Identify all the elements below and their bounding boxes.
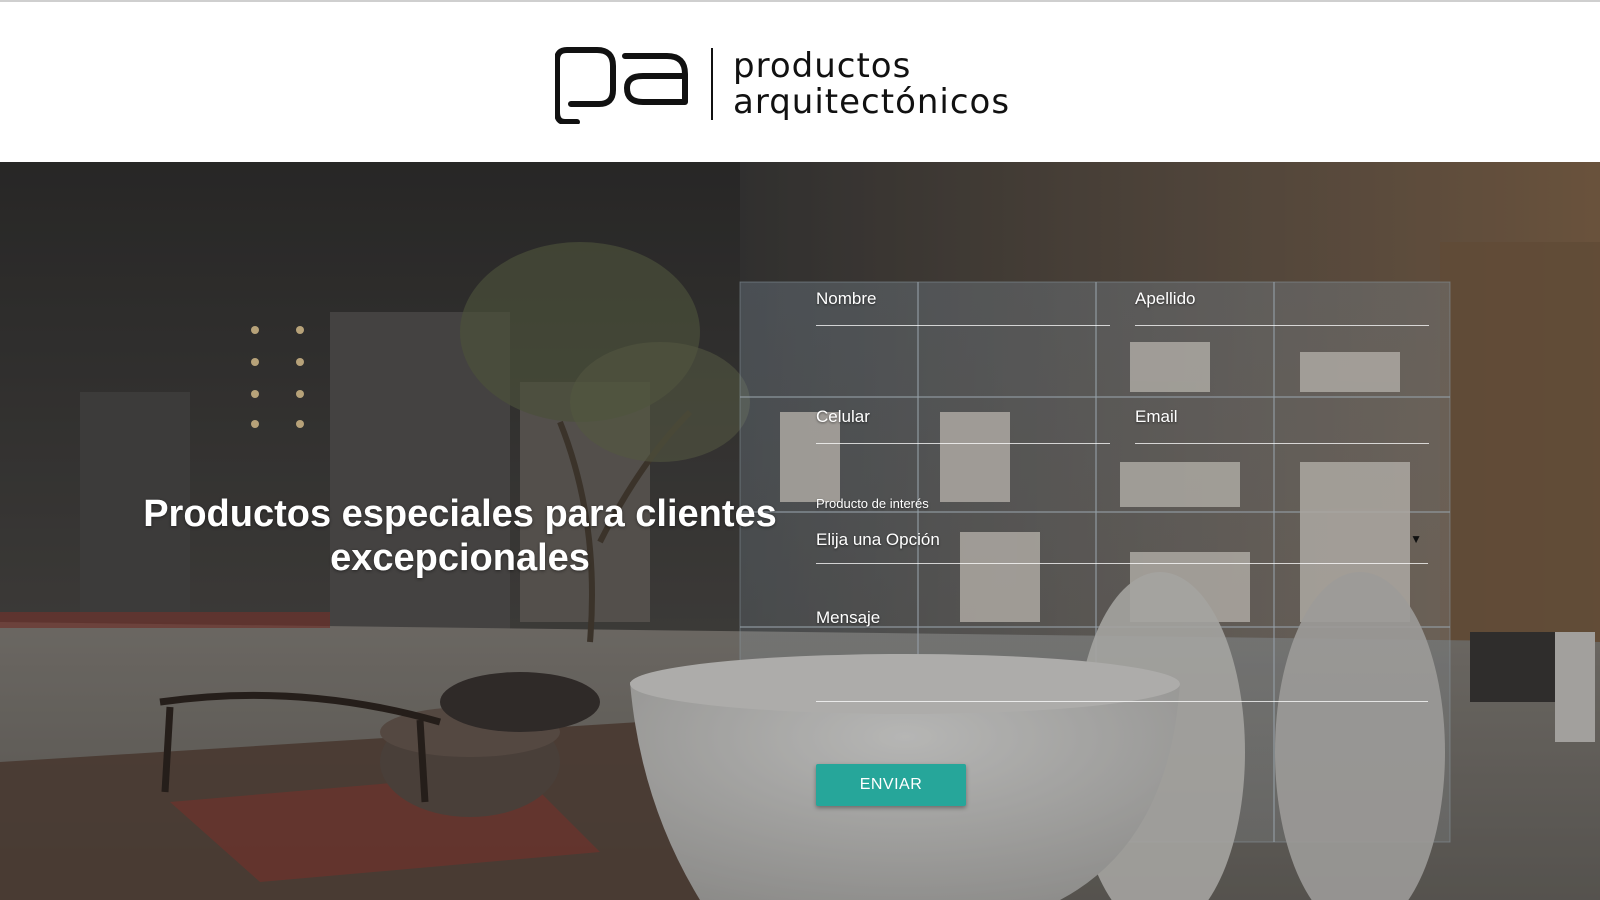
site-header: productos arquitectónicos [0,2,1600,162]
dropdown-arrow-icon[interactable]: ▼ [1410,532,1422,546]
nombre-label: Nombre [816,289,877,308]
celular-field[interactable]: Celular [816,398,1110,444]
apellido-field[interactable]: Apellido [1135,280,1429,326]
nombre-field[interactable]: Nombre [816,280,1110,326]
brand-logo[interactable]: productos arquitectónicos [555,46,1025,126]
mensaje-label: Mensaje [816,608,881,627]
hero-section: Productos especiales para clientes excep… [0,162,1600,900]
email-field[interactable]: Email [1135,398,1429,444]
logo-divider [711,48,713,120]
brand-line-1: productos [733,46,912,86]
email-label: Email [1135,407,1178,426]
headline-line-1: Productos especiales para clientes [143,493,777,535]
brand-name: productos arquitectónicos [733,48,1010,120]
pa-logo-icon [555,47,688,124]
hero-headline: Productos especiales para clientes excep… [120,492,800,580]
contact-form: Nombre Apellido Celular Email Producto d… [816,162,1429,900]
enviar-button[interactable]: ENVIAR [816,764,966,806]
apellido-label: Apellido [1135,289,1196,308]
brand-line-2: arquitectónicos [733,82,1011,122]
celular-label: Celular [816,407,870,426]
producto-select[interactable]: Producto de interés Elija una Opción ▼ [816,496,1428,564]
producto-label: Producto de interés [816,496,929,511]
producto-selected-value: Elija una Opción [816,530,940,549]
headline-line-2: excepcionales [330,537,590,579]
mensaje-field[interactable]: Mensaje [816,602,1428,702]
